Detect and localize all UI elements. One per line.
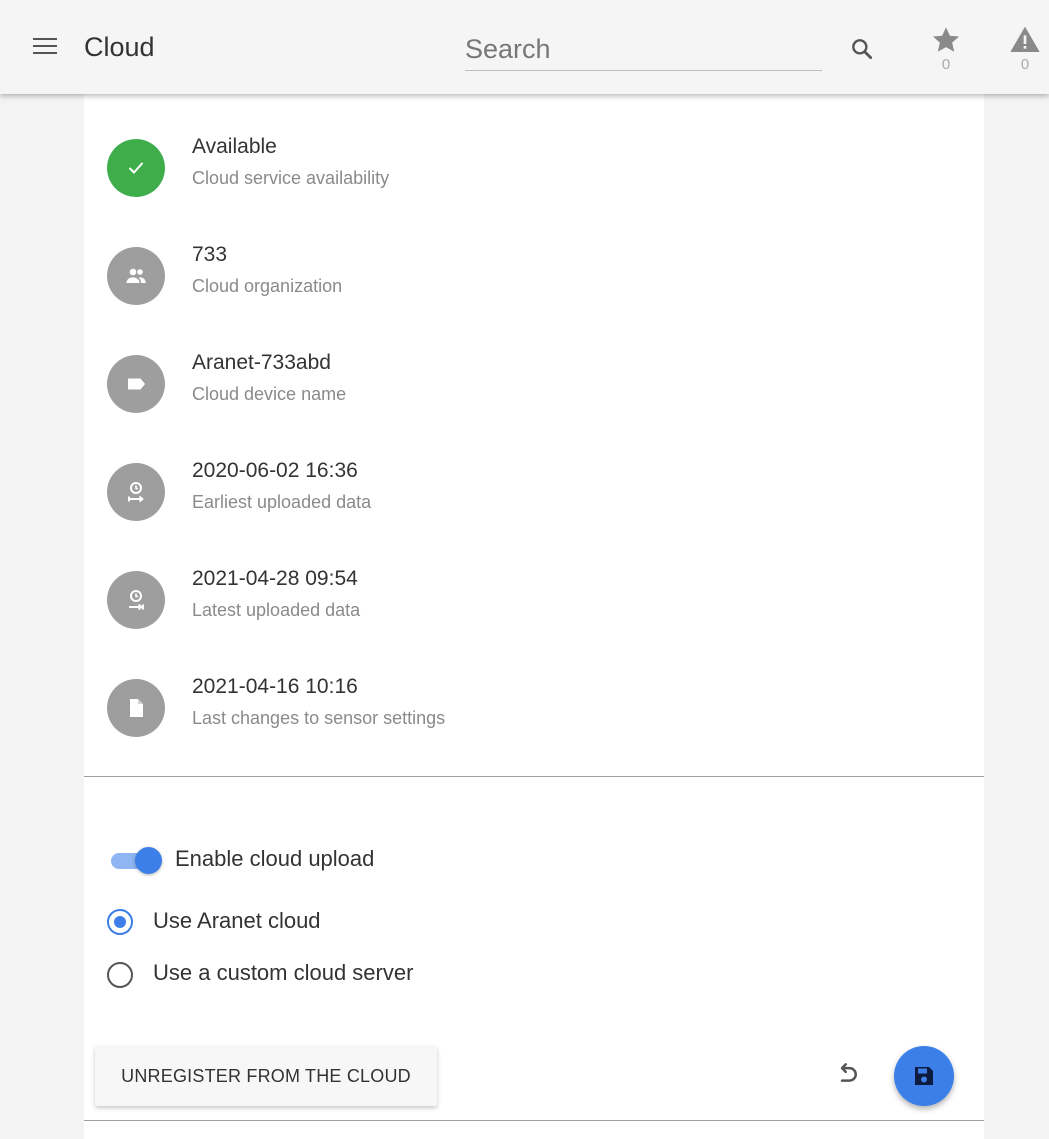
favorites-count: 0 bbox=[941, 56, 951, 73]
info-row-organization: 733 Cloud organization bbox=[84, 239, 984, 309]
check-icon bbox=[107, 139, 165, 197]
menu-icon[interactable] bbox=[33, 38, 57, 58]
unregister-button[interactable]: UNREGISTER FROM THE CLOUD bbox=[95, 1046, 437, 1106]
save-button[interactable] bbox=[894, 1046, 954, 1106]
last-changes-value: 2021-04-16 10:16 bbox=[192, 675, 358, 698]
aranet-cloud-label: Use Aranet cloud bbox=[153, 908, 321, 933]
app-bar: Cloud 0 0 bbox=[0, 0, 1049, 94]
enable-upload-toggle[interactable] bbox=[109, 846, 165, 876]
availability-label: Cloud service availability bbox=[192, 168, 390, 188]
latest-upload-value: 2021-04-28 09:54 bbox=[192, 567, 358, 590]
clock-end-icon bbox=[107, 571, 165, 629]
undo-icon[interactable] bbox=[832, 1060, 862, 1090]
page-title: Cloud bbox=[84, 32, 155, 62]
tag-icon bbox=[107, 355, 165, 413]
organization-value: 733 bbox=[192, 243, 228, 266]
alerts-button[interactable]: 0 bbox=[1008, 24, 1042, 80]
latest-upload-label: Latest uploaded data bbox=[192, 600, 361, 620]
organization-label: Cloud organization bbox=[192, 276, 343, 296]
info-row-latest-upload: 2021-04-28 09:54 Latest uploaded data bbox=[84, 563, 984, 633]
enable-upload-label: Enable cloud upload bbox=[175, 846, 375, 871]
favorites-button[interactable]: 0 bbox=[929, 24, 963, 80]
radio-custom-server[interactable] bbox=[107, 962, 133, 988]
earliest-upload-label: Earliest uploaded data bbox=[192, 492, 372, 512]
warning-icon bbox=[1010, 26, 1040, 52]
section-divider bbox=[84, 776, 984, 777]
search-input[interactable] bbox=[465, 30, 822, 68]
floppy-disk-icon bbox=[915, 1067, 933, 1085]
radio-aranet-cloud[interactable] bbox=[107, 909, 133, 935]
info-row-last-changes: 2021-04-16 10:16 Last changes to sensor … bbox=[84, 671, 984, 741]
device-name-value: Aranet-733abd bbox=[192, 351, 331, 374]
cloud-settings-card: Available Cloud service availability 733… bbox=[84, 94, 984, 1139]
last-changes-label: Last changes to sensor settings bbox=[192, 708, 446, 728]
earliest-upload-value: 2020-06-02 16:36 bbox=[192, 459, 358, 482]
file-icon bbox=[107, 679, 165, 737]
star-icon bbox=[932, 27, 960, 52]
info-row-earliest-upload: 2020-06-02 16:36 Earliest uploaded data bbox=[84, 455, 984, 525]
custom-server-label: Use a custom cloud server bbox=[153, 960, 414, 985]
search-icon[interactable] bbox=[849, 36, 875, 62]
device-name-label: Cloud device name bbox=[192, 384, 347, 404]
availability-value: Available bbox=[192, 135, 277, 158]
clock-start-icon bbox=[107, 463, 165, 521]
bottom-divider bbox=[84, 1120, 984, 1121]
info-row-availability: Available Cloud service availability bbox=[84, 131, 984, 201]
alerts-count: 0 bbox=[1020, 56, 1030, 73]
search-box bbox=[465, 30, 822, 71]
people-icon bbox=[107, 247, 165, 305]
info-row-device-name: Aranet-733abd Cloud device name bbox=[84, 347, 984, 417]
